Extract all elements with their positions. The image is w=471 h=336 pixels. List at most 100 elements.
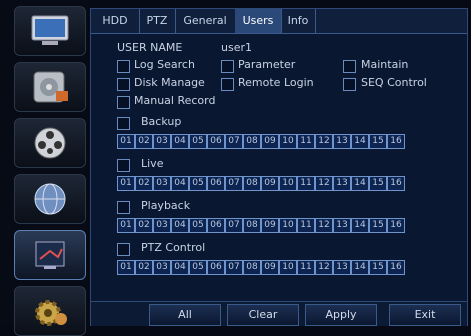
live-channel-01[interactable]: 01 xyxy=(117,176,135,191)
live-channel-16[interactable]: 16 xyxy=(387,176,405,191)
live-channel-08[interactable]: 08 xyxy=(243,176,261,191)
playback-channel-08[interactable]: 08 xyxy=(243,218,261,233)
maintain-checkbox[interactable] xyxy=(343,60,356,73)
live-channel-10[interactable]: 10 xyxy=(279,176,297,191)
playback-channel-02[interactable]: 02 xyxy=(135,218,153,233)
live-channel-03[interactable]: 03 xyxy=(153,176,171,191)
backup-channel-10[interactable]: 10 xyxy=(279,134,297,149)
playback-channel-07[interactable]: 07 xyxy=(225,218,243,233)
backup-channel-14[interactable]: 14 xyxy=(351,134,369,149)
playback-channel-03[interactable]: 03 xyxy=(153,218,171,233)
ptz-channel-08[interactable]: 08 xyxy=(243,260,261,275)
seq-control-checkbox[interactable] xyxy=(343,78,356,91)
live-channel-11[interactable]: 11 xyxy=(297,176,315,191)
backup-channel-07[interactable]: 07 xyxy=(225,134,243,149)
backup-channel-05[interactable]: 05 xyxy=(189,134,207,149)
clear-button[interactable]: Clear xyxy=(227,304,299,326)
live-channel-12[interactable]: 12 xyxy=(315,176,333,191)
playback-channel-09[interactable]: 09 xyxy=(261,218,279,233)
playback-channel-06[interactable]: 06 xyxy=(207,218,225,233)
playback-channel-16[interactable]: 16 xyxy=(387,218,405,233)
button-bar: All Clear Apply Exit xyxy=(91,301,467,326)
ptz-channel-04[interactable]: 04 xyxy=(171,260,189,275)
ptz-channel-11[interactable]: 11 xyxy=(297,260,315,275)
playback-channel-12[interactable]: 12 xyxy=(315,218,333,233)
ptz-channel-07[interactable]: 07 xyxy=(225,260,243,275)
ptz-control-channel-row: 01 02 03 04 05 06 07 08 09 10 11 12 13 14 15 16 xyxy=(117,260,405,275)
backup-channel-08[interactable]: 08 xyxy=(243,134,261,149)
ptz-channel-12[interactable]: 12 xyxy=(315,260,333,275)
sidebar-playback[interactable] xyxy=(14,118,86,168)
live-channel-02[interactable]: 02 xyxy=(135,176,153,191)
tab-hdd[interactable]: HDD xyxy=(91,9,140,33)
backup-channel-01[interactable]: 01 xyxy=(117,134,135,149)
ptz-control-checkbox[interactable] xyxy=(117,243,130,256)
ptz-channel-05[interactable]: 05 xyxy=(189,260,207,275)
user-name-value[interactable]: user1 xyxy=(221,41,252,54)
remote-login-checkbox[interactable] xyxy=(221,78,234,91)
backup-channel-16[interactable]: 16 xyxy=(387,134,405,149)
playback-channel-05[interactable]: 05 xyxy=(189,218,207,233)
live-channel-05[interactable]: 05 xyxy=(189,176,207,191)
apply-button[interactable]: Apply xyxy=(305,304,377,326)
backup-checkbox[interactable] xyxy=(117,117,130,130)
log-search-checkbox[interactable] xyxy=(117,60,130,73)
backup-channel-15[interactable]: 15 xyxy=(369,134,387,149)
backup-label: Backup xyxy=(141,115,182,128)
live-channel-13[interactable]: 13 xyxy=(333,176,351,191)
playback-channel-row: 01 02 03 04 05 06 07 08 09 10 11 12 13 14 15 16 xyxy=(117,218,405,233)
ptz-channel-15[interactable]: 15 xyxy=(369,260,387,275)
live-channel-row: 01 02 03 04 05 06 07 08 09 10 11 12 13 14 15 16 xyxy=(117,176,405,191)
playback-channel-13[interactable]: 13 xyxy=(333,218,351,233)
tab-ptz[interactable]: PTZ xyxy=(139,9,176,33)
playback-channel-14[interactable]: 14 xyxy=(351,218,369,233)
backup-channel-02[interactable]: 02 xyxy=(135,134,153,149)
sidebar-network[interactable] xyxy=(14,174,86,224)
ptz-channel-16[interactable]: 16 xyxy=(387,260,405,275)
sidebar-record[interactable] xyxy=(14,62,86,112)
backup-channel-11[interactable]: 11 xyxy=(297,134,315,149)
backup-channel-13[interactable]: 13 xyxy=(333,134,351,149)
tab-general[interactable]: General xyxy=(175,9,236,33)
backup-channel-03[interactable]: 03 xyxy=(153,134,171,149)
live-channel-09[interactable]: 09 xyxy=(261,176,279,191)
ptz-channel-10[interactable]: 10 xyxy=(279,260,297,275)
tab-users[interactable]: Users xyxy=(235,9,282,33)
live-channel-15[interactable]: 15 xyxy=(369,176,387,191)
backup-channel-04[interactable]: 04 xyxy=(171,134,189,149)
all-button[interactable]: All xyxy=(149,304,221,326)
live-channel-14[interactable]: 14 xyxy=(351,176,369,191)
disk-manage-label: Disk Manage xyxy=(134,76,205,89)
playback-checkbox[interactable] xyxy=(117,201,130,214)
backup-channel-06[interactable]: 06 xyxy=(207,134,225,149)
ptz-channel-06[interactable]: 06 xyxy=(207,260,225,275)
ptz-channel-02[interactable]: 02 xyxy=(135,260,153,275)
playback-channel-01[interactable]: 01 xyxy=(117,218,135,233)
live-channel-06[interactable]: 06 xyxy=(207,176,225,191)
ptz-channel-01[interactable]: 01 xyxy=(117,260,135,275)
sidebar-settings[interactable] xyxy=(14,286,86,336)
playback-channel-15[interactable]: 15 xyxy=(369,218,387,233)
sidebar-monitor[interactable] xyxy=(14,6,86,56)
playback-channel-04[interactable]: 04 xyxy=(171,218,189,233)
playback-channel-10[interactable]: 10 xyxy=(279,218,297,233)
disk-manage-checkbox[interactable] xyxy=(117,78,130,91)
live-channel-04[interactable]: 04 xyxy=(171,176,189,191)
ptz-channel-13[interactable]: 13 xyxy=(333,260,351,275)
ptz-channel-09[interactable]: 09 xyxy=(261,260,279,275)
live-channel-07[interactable]: 07 xyxy=(225,176,243,191)
seq-control-label: SEQ Control xyxy=(361,76,427,89)
exit-button[interactable]: Exit xyxy=(389,304,461,326)
ptz-channel-03[interactable]: 03 xyxy=(153,260,171,275)
tab-info[interactable]: Info xyxy=(281,9,316,33)
backup-channel-12[interactable]: 12 xyxy=(315,134,333,149)
ptz-channel-14[interactable]: 14 xyxy=(351,260,369,275)
sidebar-users[interactable] xyxy=(14,230,86,280)
ptz-control-label: PTZ Control xyxy=(141,241,206,254)
parameter-checkbox[interactable] xyxy=(221,60,234,73)
live-checkbox[interactable] xyxy=(117,159,130,172)
sidebar xyxy=(0,0,88,336)
backup-channel-09[interactable]: 09 xyxy=(261,134,279,149)
playback-channel-11[interactable]: 11 xyxy=(297,218,315,233)
manual-record-checkbox[interactable] xyxy=(117,96,130,109)
